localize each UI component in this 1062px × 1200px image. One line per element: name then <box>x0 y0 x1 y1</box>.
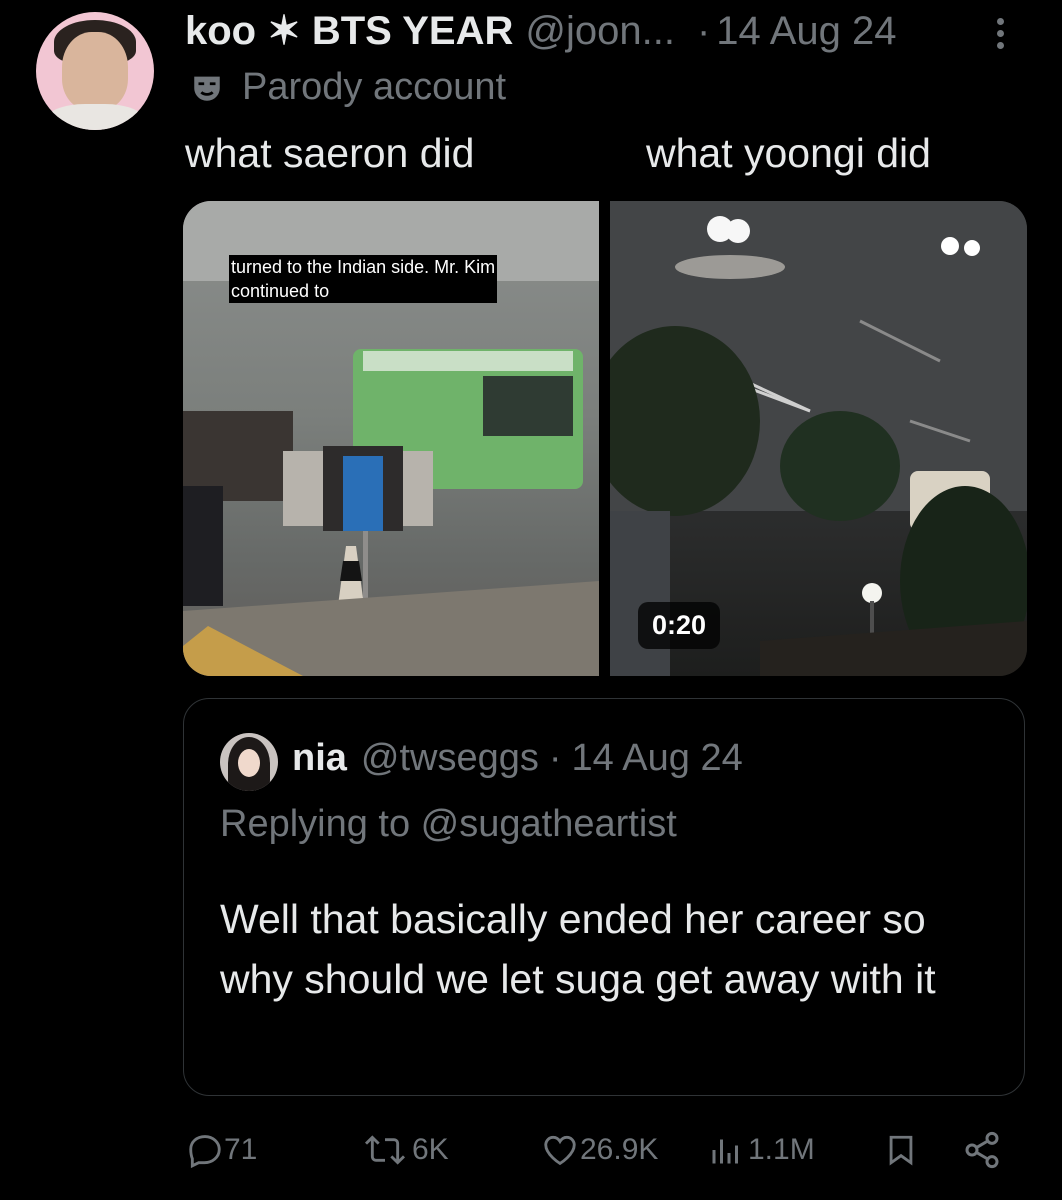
parody-label: Parody account <box>242 66 507 108</box>
quoted-name[interactable]: nia <box>292 737 347 780</box>
quoted-post[interactable]: nia @twseggs · 14 Aug 24 Replying to @su… <box>183 698 1025 1096</box>
quoted-avatar[interactable] <box>220 733 278 791</box>
quoted-handle[interactable]: @twseggs <box>361 737 539 780</box>
author-avatar[interactable] <box>36 12 154 130</box>
quoted-avatar-face <box>238 749 260 777</box>
avatar-face <box>62 32 128 110</box>
bookmark-icon <box>889 1135 913 1166</box>
media-grid[interactable]: turned to the Indian side. Mr. Kim conti… <box>183 201 1027 676</box>
reply-button[interactable]: 71 <box>186 1120 257 1180</box>
parody-mask-icon <box>194 76 220 101</box>
repost-count: 6K <box>412 1133 449 1166</box>
replying-to[interactable]: Replying to @sugatheartist <box>220 803 677 846</box>
avatar-shirt <box>46 104 144 130</box>
quoted-separator: · <box>548 737 562 779</box>
post-header: koo ✶ BTS YEAR @joon... · 14 Aug 24 <box>185 8 896 54</box>
more-icon[interactable] <box>990 14 1010 54</box>
cctv-image-left[interactable]: turned to the Indian side. Mr. Kim conti… <box>183 201 599 676</box>
post-date[interactable]: 14 Aug 24 <box>716 9 896 54</box>
like-button[interactable]: 26.9K <box>540 1120 658 1180</box>
views-button[interactable]: 1.1M <box>708 1120 815 1180</box>
bookmark-button[interactable] <box>884 1120 918 1180</box>
caption-right: what yoongi did <box>646 130 931 176</box>
quoted-header: nia @twseggs · 14 Aug 24 <box>292 737 743 780</box>
separator-dot: · <box>696 8 711 53</box>
reply-count: 71 <box>224 1133 258 1166</box>
like-count: 26.9K <box>580 1133 659 1166</box>
like-icon <box>544 1135 576 1166</box>
repost-button[interactable]: 6K <box>358 1120 449 1180</box>
author-name[interactable]: koo ✶ BTS YEAR <box>185 8 513 54</box>
share-button[interactable] <box>962 1120 1002 1180</box>
video-subtitle: turned to the Indian side. Mr. Kim conti… <box>229 255 498 303</box>
views-icon <box>712 1139 738 1164</box>
share-icon <box>965 1131 999 1169</box>
reply-icon <box>189 1135 221 1169</box>
repost-icon <box>364 1135 406 1165</box>
video-duration-badge: 0:20 <box>638 602 721 649</box>
quoted-date[interactable]: 14 Aug 24 <box>572 737 743 780</box>
views-count: 1.1M <box>748 1133 815 1166</box>
caption-left: what saeron did <box>185 130 475 176</box>
quoted-text: Well that basically ended her career so … <box>220 896 936 1002</box>
action-bar: 71 6K 26.9K 1.1M <box>0 1120 1062 1180</box>
parody-badge: Parody account <box>190 66 506 109</box>
author-handle[interactable]: @joon... <box>525 9 675 54</box>
